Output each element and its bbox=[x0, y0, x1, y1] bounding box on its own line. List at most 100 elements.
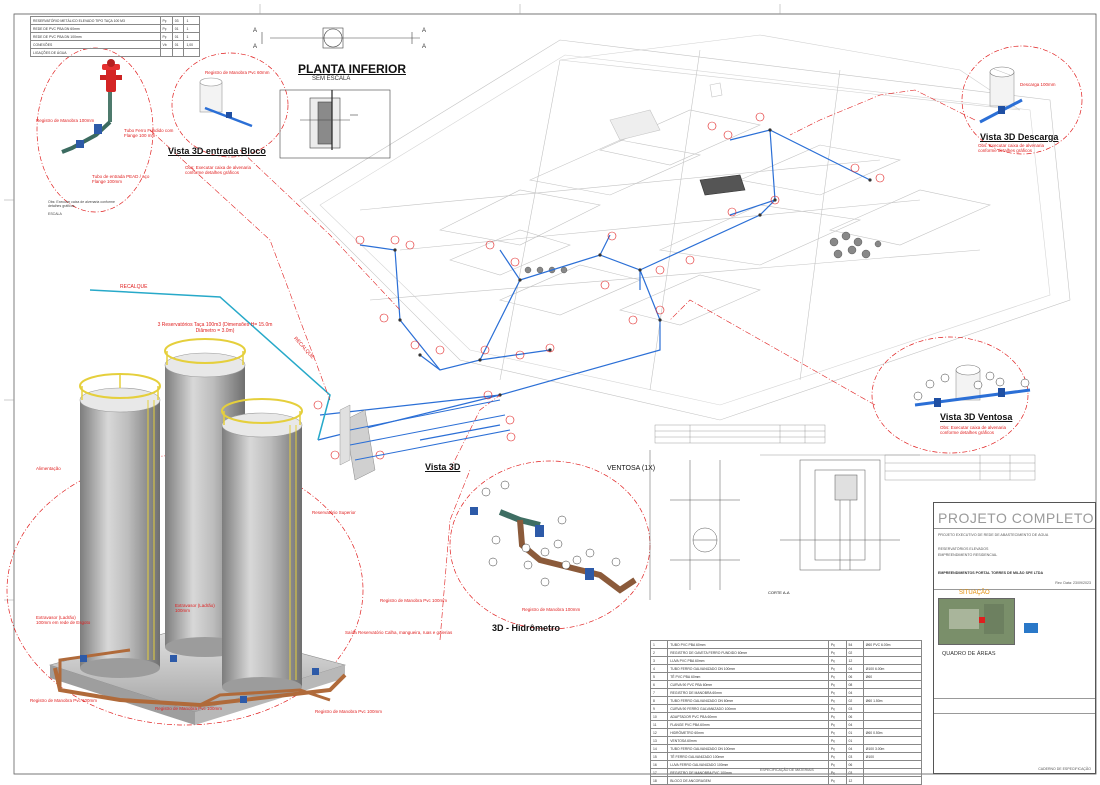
top-left-table-cell: 1 bbox=[183, 24, 200, 33]
material-table-cell bbox=[862, 720, 923, 729]
material-table-cell bbox=[862, 680, 923, 689]
title-block-line-1: PROJETO EXECUTIVO DE REDE DE ABASTECIMEN… bbox=[938, 533, 1049, 537]
heading-corte-aa: CORTE A-A bbox=[768, 590, 790, 595]
label-reservatorio: 3 Reservatórios Taça 100m3 (Dimensões H=… bbox=[157, 322, 273, 334]
title-block-projeto-completo: PROJETO COMPLETO bbox=[938, 510, 1095, 526]
top-left-table-cell: 1,00 bbox=[183, 40, 200, 49]
top-left-table-row: CONEXÕES Vb 01 1,00 bbox=[30, 40, 200, 49]
material-table-cell: REGISTRO DE GAVETA FERRO FUNDIDO 60mm bbox=[667, 648, 829, 657]
material-table-cell: 5 bbox=[649, 672, 669, 681]
label-descarga-note: Descarga 100mm bbox=[1020, 82, 1056, 87]
material-table-cell: 01 bbox=[845, 736, 864, 745]
material-table-cell: 54 bbox=[845, 640, 864, 649]
material-table-cell: Pç bbox=[827, 688, 847, 697]
material-table-cell: Pç bbox=[827, 736, 847, 745]
descarga-illustration bbox=[979, 66, 1023, 124]
label-ventosa-obs: Obs: Executar caixa de alvenaria conform… bbox=[940, 425, 1007, 435]
material-table-cell: Pç bbox=[827, 752, 847, 761]
top-left-table-cell bbox=[159, 48, 173, 57]
top-left-table-cell: REDE DE PVC PBA DN 100mm bbox=[30, 32, 161, 41]
material-table-cell: Pç bbox=[827, 704, 847, 713]
material-table-cell: 6 bbox=[649, 680, 669, 689]
title-block-situacao: SITUAÇÃO bbox=[959, 590, 990, 596]
situacao-map bbox=[938, 598, 1015, 645]
material-table-cell: Ø60 PVC 6.00m bbox=[862, 640, 923, 649]
tree-symbols bbox=[524, 231, 882, 274]
material-table-cell: TÊ PVC PBA 60mm bbox=[667, 672, 829, 681]
top-left-table-cell: RESERVATÓRIO METÁLICO ELEVADO TIPO TAÇA … bbox=[30, 16, 161, 25]
material-table-cell: 7 bbox=[649, 688, 669, 697]
material-table-cell: 01 bbox=[845, 728, 864, 737]
material-table-cell bbox=[862, 688, 923, 697]
material-table-row: 6 CURVA 90 PVC PBA 60mm Pç 08 bbox=[649, 680, 923, 689]
material-table-cell: 15 bbox=[649, 752, 669, 761]
material-table-cell: 13 bbox=[649, 736, 669, 745]
hidrometro-illustration bbox=[470, 480, 637, 594]
title-block-line-2: RESERVATÓRIOS ELEVADOS bbox=[938, 547, 989, 551]
material-table-cell: CURVA 90 FERRO GALVANIZADO 100mm bbox=[667, 704, 829, 713]
material-table-cell: Pç bbox=[827, 696, 847, 705]
label-hydrant-note-3: Tubo de entrada PEAD / aço Flange 100mm bbox=[92, 174, 150, 184]
material-table-cell: 10 bbox=[649, 712, 669, 721]
material-table-cell: 2 bbox=[649, 648, 669, 657]
material-table-row: 1 TUBO PVC PBA 60mm Pç 54 Ø60 PVC 6.00m bbox=[649, 640, 923, 649]
material-table-cell bbox=[862, 648, 923, 657]
label-tank-note-2: Extravasor (Ladrão) 100mm em rede de Esg… bbox=[36, 615, 91, 625]
material-table-cell: Pç bbox=[827, 672, 847, 681]
label-hydrant-note-1: Registro de Manobra 100mm bbox=[36, 118, 95, 123]
heading-vista-3d-entrada: Vista 3D entrada Bloco bbox=[168, 146, 266, 156]
material-table-cell bbox=[862, 736, 923, 745]
material-table-cell: Pç bbox=[827, 744, 847, 753]
material-table-cell: TUBO FERRO GALVANIZADO DN 100mm bbox=[667, 664, 829, 673]
material-table-cell: FLANGE PVC PBA 60mm bbox=[667, 720, 829, 729]
title-block: PROJETO COMPLETO PROJETO EXECUTIVO DE RE… bbox=[933, 502, 1096, 774]
label-recalque: RECALQUE bbox=[120, 284, 148, 290]
top-left-table-cell: 1 bbox=[183, 16, 200, 25]
top-left-table-cell: 1 bbox=[183, 32, 200, 41]
top-left-table-row: REDE DE PVC PBA DN 100mm Pç 01 1 bbox=[30, 32, 200, 41]
svg-text:A: A bbox=[253, 28, 257, 34]
material-table-cell: LUVA PVC PBA 60mm bbox=[667, 656, 829, 665]
label-tank-note-4: Registro de Manobra Pvc 100mm bbox=[30, 698, 98, 703]
material-table-cell: Pç bbox=[827, 768, 847, 777]
material-table-cell: 06 bbox=[845, 672, 864, 681]
material-table-cell: VENTOSA 60mm bbox=[667, 736, 829, 745]
top-left-table-row: RESERVATÓRIO METÁLICO ELEVADO TIPO TAÇA … bbox=[30, 16, 200, 25]
material-table-cell: 08 bbox=[845, 680, 864, 689]
material-table-row: 4 TUBO FERRO GALVANIZADO DN 100mm Pç 04 Ø100… bbox=[649, 664, 923, 673]
site-plan bbox=[299, 34, 1071, 421]
top-left-table-cell: Pç bbox=[159, 24, 173, 33]
material-list-table: 1 TUBO PVC PBA 60mm Pç 54 Ø60 PVC 6.00m 2 REGI… bbox=[649, 640, 923, 785]
top-left-table-cell: 01 bbox=[171, 32, 185, 41]
material-table-cell bbox=[862, 768, 923, 777]
heading-vista-3d-ventosa: Vista 3D Ventosa bbox=[940, 412, 1013, 422]
top-left-table-cell: Pç bbox=[159, 32, 173, 41]
material-table-cell bbox=[862, 760, 923, 769]
material-table-cell bbox=[862, 704, 923, 713]
ventosa-illustration bbox=[913, 364, 1031, 407]
material-table-cell: Pç bbox=[827, 728, 847, 737]
ventosa-section-detail bbox=[649, 450, 920, 600]
top-left-table-cell: LIGAÇÕES DE ÁGUA bbox=[30, 48, 161, 57]
material-table-row: 8 TUBO FERRO GALVANIZADO DN 60mm Pç 02 Ø60 1… bbox=[649, 696, 923, 705]
label-tank-note-1: Alimentação bbox=[36, 466, 61, 471]
material-table-cell: 06 bbox=[845, 712, 864, 721]
network-fittings bbox=[393, 128, 872, 397]
label-hidrometro-note: Registro de Manobra 100mm bbox=[522, 607, 581, 612]
top-left-table-cell bbox=[183, 48, 200, 57]
material-table-cell: 06 bbox=[845, 760, 864, 769]
material-table-cell: REGISTRO DE MANOBRA 60mm bbox=[667, 688, 829, 697]
top-left-table-cell: Vb bbox=[159, 40, 173, 49]
label-entrada-note: Registro de Manobra Pvc 60mm bbox=[205, 70, 270, 75]
entrada-bloco-illustration bbox=[199, 77, 253, 128]
material-table-cell: Pç bbox=[827, 664, 847, 673]
top-left-table-cell: REDE DE PVC PBA DN 60mm bbox=[30, 24, 161, 33]
material-table-cell: Pç bbox=[827, 720, 847, 729]
label-tank-note-9: Reservatório Superior bbox=[312, 510, 356, 515]
material-table-cell: 9 bbox=[649, 704, 669, 713]
drawing-sheet: A A A A PLANTA INFERIOR SEM ESCALA Vista 3… bbox=[0, 0, 1100, 785]
top-left-table-row: REDE DE PVC PBA DN 60mm Pç 01 1 bbox=[30, 24, 200, 33]
svg-text:A: A bbox=[422, 44, 426, 50]
svg-text:A: A bbox=[253, 44, 257, 50]
material-table-cell: 4 bbox=[649, 664, 669, 673]
